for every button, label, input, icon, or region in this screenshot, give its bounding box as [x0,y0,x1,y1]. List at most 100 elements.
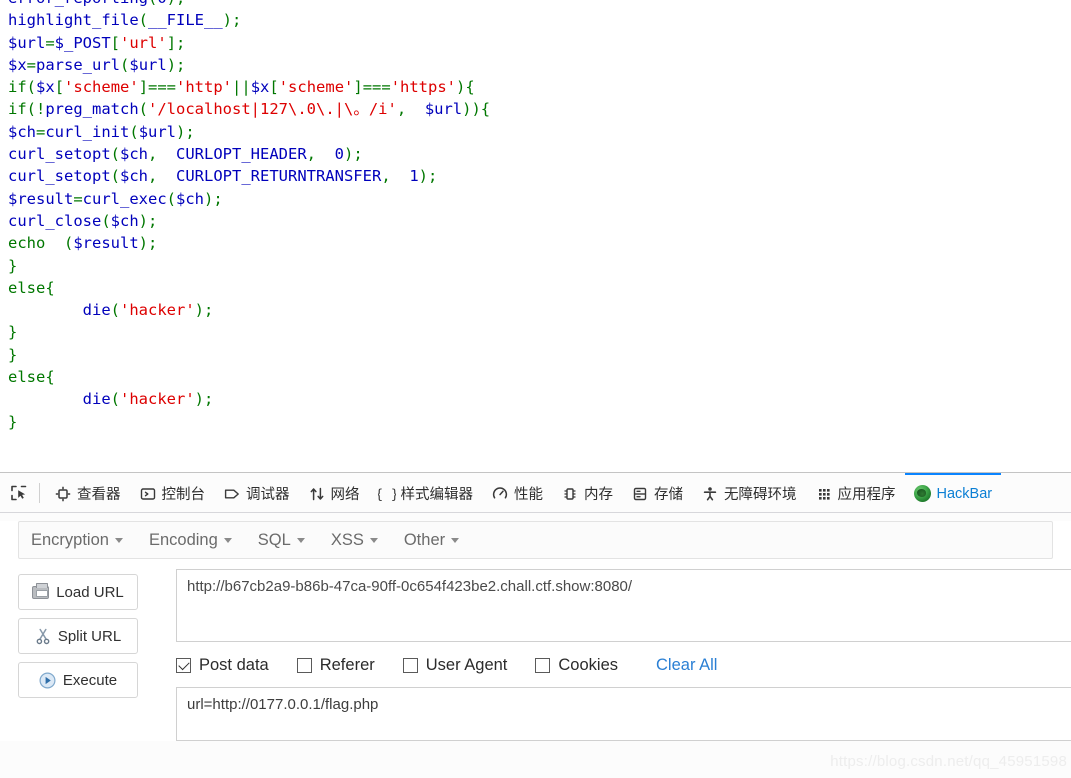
code-token: $url [424,100,463,119]
code-token: ); [167,0,186,7]
hackbar-menu-xss[interactable]: XSS [331,531,391,550]
hackbar-menu-label: Encoding [148,530,218,549]
checkbox-post-data[interactable]: Post data [176,656,269,675]
hackbar-menu-label: Encryption [31,530,109,549]
hackbar-menu-encryption[interactable]: Encryption [31,531,136,550]
code-token: $url [129,55,167,74]
devtools-tab-inspector[interactable]: 查看器 [45,473,130,512]
code-token: ); [194,301,214,320]
code-token: = [45,33,55,52]
element-picker-icon[interactable] [4,479,34,507]
code-token: ); [344,145,363,164]
code-token: ); [138,211,158,230]
checkbox-user-agent[interactable]: User Agent [402,656,507,675]
code-token: { [45,368,55,387]
code-token: $ch [176,189,205,208]
devtools-tab-style-editor[interactable]: { } 样式编辑器 [369,473,483,512]
execute-button[interactable]: Execute [18,662,138,698]
code-token: $result [8,189,74,208]
checkbox-unchecked-icon[interactable] [402,658,418,673]
memory-icon [561,485,579,503]
load-url-button[interactable]: Load URL [18,574,138,610]
chevron-down-icon [296,537,305,543]
split-url-button[interactable]: Split URL [18,618,138,654]
code-token: CURLOPT_RETURNTRANSFER [176,167,382,186]
code-token: ]=== [353,78,391,97]
chevron-down-icon [451,537,460,543]
checkbox-cookies[interactable]: Cookies [535,656,618,675]
svg-text:{ }: { } [378,487,396,502]
code-token: curl_init [45,122,130,141]
code-token: $url [8,33,46,52]
devtools-tab-label: 无障碍环境 [724,487,797,503]
code-token: ( [138,11,148,30]
application-icon [815,485,833,503]
devtools-tab-debugger[interactable]: 调试器 [214,473,299,512]
devtools-tab-accessibility[interactable]: 无障碍环境 [692,473,806,512]
play-glyph [39,671,56,689]
code-token: ]=== [138,78,177,97]
csdn-watermark: https://blog.csdn.net/qq_45951598 [830,753,1067,770]
devtools-tab-label: 查看器 [77,487,121,503]
devtools-tab-hackbar-firefox[interactable]: HackBar [904,473,1002,512]
code-token: , [381,167,410,186]
code-token: ); [222,11,242,30]
code-token: } [8,256,18,275]
hackbar-firefox-icon [914,485,932,503]
button-label: Load URL [56,583,124,601]
hackbar-menu-other[interactable]: Other [404,531,472,550]
hackbar-menubar: Encryption Encoding SQL XSS Other [18,521,1053,559]
post-data-input[interactable]: url=http://0177.0.0.1/flag.php [176,687,1071,741]
hackbar-menu-encoding[interactable]: Encoding [149,531,245,550]
console-icon [139,485,157,503]
hackbar-menu-label: Other [403,530,446,549]
code-token: die [82,301,111,320]
code-token: 0 [334,145,344,164]
code-token: ); [194,390,214,409]
code-token: } [8,412,18,431]
code-token: ( [148,0,157,7]
code-token: 'scheme' [278,78,354,97]
checkbox-label: Cookies [558,656,619,674]
element-picker-glyph [11,485,27,500]
code-token: if [8,100,27,119]
checkbox-unchecked-icon[interactable] [296,658,312,673]
play-icon [39,671,56,689]
hackbar-menu-label: SQL [257,530,291,549]
devtools-tab-console[interactable]: 控制台 [130,473,215,512]
devtools-tab-storage[interactable]: 存储 [622,473,692,512]
code-token: else [8,368,46,387]
clear-all-link[interactable]: Clear All [656,656,717,675]
devtools-tab-network[interactable]: 网络 [299,473,369,512]
code-token: ); [138,234,158,253]
code-token: curl_setopt [8,145,111,164]
checkbox-referer[interactable]: Referer [296,656,375,675]
hackbar-fields: http://b67cb2a9-b86b-47ca-90ff-0c654f423… [158,569,1071,741]
hackbar-panel: Encryption Encoding SQL XSS Other Load URL Sp… [0,521,1071,741]
code-token: 1 [409,167,419,186]
url-input[interactable]: http://b67cb2a9-b86b-47ca-90ff-0c654f423… [176,569,1071,642]
toolbar-divider [39,482,40,503]
chevron-down-icon [223,537,232,543]
devtools-panel: 查看器 控制台 调试器 网络 { } 样式编辑器 性能 内存 存储 无障碍环境 应用程序 HackBa… [0,472,1071,778]
devtools-tab-application[interactable]: 应用程序 [806,473,905,512]
devtools-tab-performance[interactable]: 性能 [482,473,552,512]
code-token: curl_exec [82,189,167,208]
code-token: echo [8,234,64,253]
checkbox-unchecked-icon[interactable] [535,658,551,673]
code-token: = [26,55,37,74]
code-token: die [82,390,111,409]
hackbar-menu-sql[interactable]: SQL [258,531,318,550]
scissors-icon [35,628,51,645]
devtools-tab-memory[interactable]: 内存 [552,473,622,512]
code-token: $ch [110,211,139,230]
devtools-tab-label: HackBar [936,485,993,502]
code-token: ); [418,167,438,186]
checkbox-checked-icon[interactable] [176,658,191,673]
code-token: 'http' [176,78,233,97]
code-token: $result [73,234,139,253]
code-token: } [8,323,18,342]
hackbar-menu-label: XSS [330,530,364,549]
code-token: ); [204,189,223,208]
